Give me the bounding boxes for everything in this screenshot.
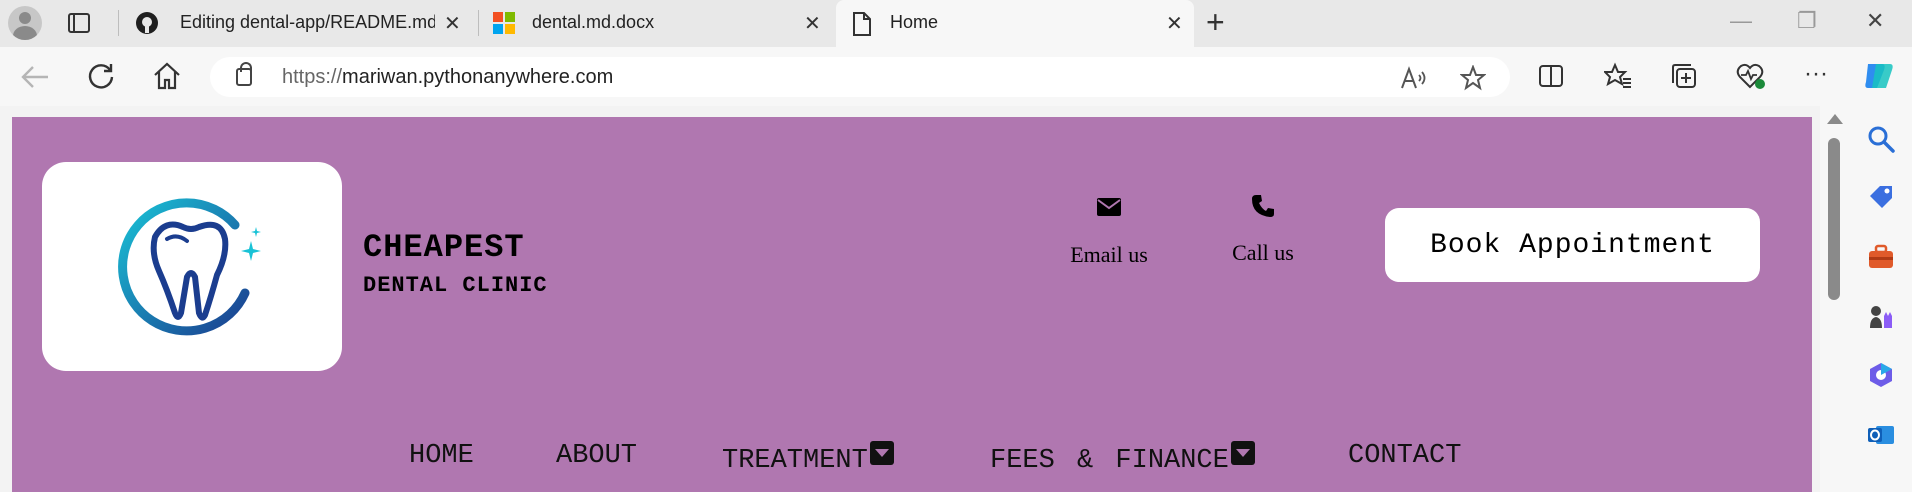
- collections-icon[interactable]: [1670, 62, 1698, 90]
- menu-item-treatment-label: TREATMENT: [722, 446, 868, 476]
- restore-button[interactable]: ❐: [1797, 8, 1817, 34]
- back-arrow-icon[interactable]: [20, 63, 50, 91]
- url-text[interactable]: https://mariwan.pythonanywhere.com: [282, 66, 613, 89]
- tab-divider: [118, 10, 119, 36]
- lock-icon[interactable]: [236, 62, 252, 86]
- games-chess-icon[interactable]: [1866, 302, 1896, 332]
- search-icon[interactable]: [1866, 124, 1896, 154]
- browser-essentials-icon[interactable]: [1736, 62, 1766, 90]
- read-aloud-icon[interactable]: [1400, 66, 1426, 90]
- envelope-icon: [1097, 198, 1121, 216]
- tooth-logo-icon: [118, 198, 261, 336]
- shopping-tag-icon[interactable]: [1866, 182, 1896, 212]
- book-appointment-button[interactable]: Book Appointment: [1385, 208, 1760, 282]
- email-us-label: Email us: [1070, 242, 1148, 267]
- microsoft-365-icon[interactable]: [1866, 360, 1896, 390]
- favorites-icon[interactable]: [1604, 62, 1632, 90]
- tab-title: dental.md.docx: [532, 12, 655, 32]
- page-header: CHEAPEST DENTAL CLINIC Email us Call us …: [12, 117, 1812, 492]
- tab-title: Editing dental-app/README.md: [180, 12, 435, 32]
- menu-item-fees-finance[interactable]: FEES & FINANCE: [990, 441, 1255, 476]
- tab-actions-icon[interactable]: [68, 13, 90, 33]
- tab-readme[interactable]: Editing dental-app/README.md ✕: [128, 0, 478, 47]
- tab-dental-docx[interactable]: dental.md.docx ✕: [488, 0, 828, 47]
- word-icon: [493, 12, 515, 34]
- menu-item-fees-label: FEES & FINANCE: [990, 446, 1229, 476]
- page-scrollbar[interactable]: [1820, 106, 1850, 492]
- tab-title: Home: [890, 12, 939, 32]
- brand-title: CHEAPEST: [363, 229, 525, 266]
- tab-close-icon[interactable]: ✕: [1166, 11, 1183, 36]
- tab-close-icon[interactable]: ✕: [804, 11, 821, 36]
- more-options-icon[interactable]: ···: [1798, 59, 1834, 89]
- favorite-star-icon[interactable]: [1460, 65, 1486, 91]
- call-us-label: Call us: [1232, 240, 1294, 265]
- menu-item-treatment[interactable]: TREATMENT: [722, 441, 894, 476]
- email-us-link[interactable]: Email us: [1049, 197, 1169, 268]
- dropdown-caret-icon[interactable]: [869, 441, 894, 465]
- scrollbar-thumb[interactable]: [1828, 138, 1840, 300]
- tools-briefcase-icon[interactable]: [1866, 242, 1896, 272]
- split-screen-icon[interactable]: [1538, 63, 1564, 89]
- profile-avatar[interactable]: [8, 6, 42, 40]
- clinic-logo-card[interactable]: [42, 162, 342, 371]
- outlook-icon[interactable]: [1866, 420, 1896, 450]
- tab-divider: [478, 10, 479, 36]
- menu-item-about[interactable]: ABOUT: [556, 441, 637, 471]
- browser-tab-strip: Editing dental-app/README.md ✕ dental.md…: [0, 0, 1912, 47]
- call-us-link[interactable]: Call us: [1208, 193, 1318, 266]
- tab-close-icon[interactable]: ✕: [444, 11, 461, 36]
- browser-toolbar: https://mariwan.pythonanywhere.com ···: [0, 47, 1912, 106]
- new-tab-button[interactable]: +: [1206, 4, 1225, 41]
- copilot-icon[interactable]: [1862, 60, 1896, 92]
- minimize-button[interactable]: —: [1730, 8, 1752, 34]
- address-bar[interactable]: https://mariwan.pythonanywhere.com: [210, 57, 1510, 97]
- window-close-button[interactable]: ✕: [1866, 8, 1884, 34]
- brand-subtitle: DENTAL CLINIC: [363, 273, 548, 298]
- page-icon: [853, 12, 871, 36]
- menu-item-home[interactable]: HOME: [409, 441, 474, 471]
- browser-sidebar: [1850, 106, 1912, 492]
- scroll-up-arrow-icon[interactable]: [1827, 114, 1843, 124]
- book-appointment-label: Book Appointment: [1430, 230, 1715, 261]
- dropdown-caret-icon[interactable]: [1230, 441, 1255, 465]
- tab-home[interactable]: Home ✕: [836, 0, 1194, 47]
- menu-item-contact[interactable]: CONTACT: [1348, 441, 1461, 471]
- home-icon[interactable]: [152, 61, 182, 91]
- phone-icon: [1252, 195, 1274, 217]
- refresh-icon[interactable]: [86, 61, 116, 91]
- github-icon: [136, 12, 158, 34]
